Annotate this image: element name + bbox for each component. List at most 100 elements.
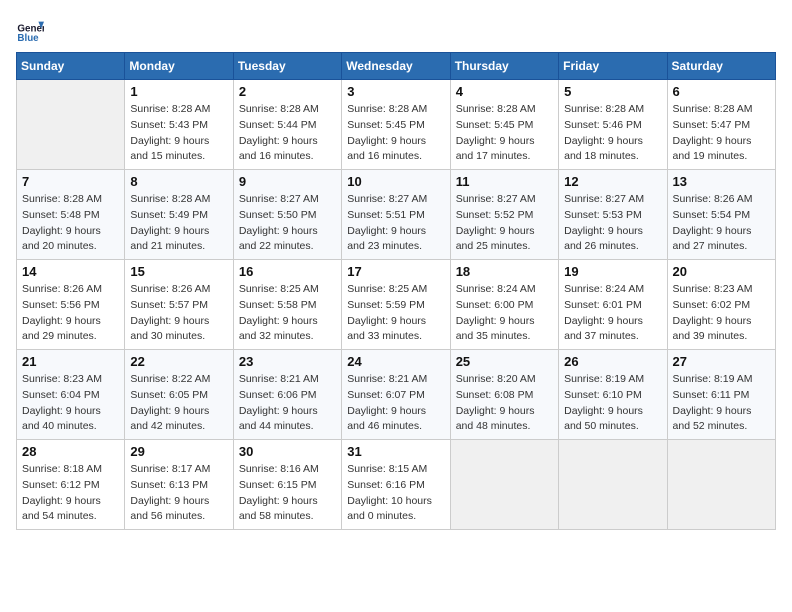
- day-number: 12: [564, 174, 661, 189]
- day-info: Sunrise: 8:19 AMSunset: 6:11 PMDaylight:…: [673, 372, 770, 435]
- day-number: 16: [239, 264, 336, 279]
- col-header-wednesday: Wednesday: [342, 53, 450, 80]
- day-info: Sunrise: 8:28 AMSunset: 5:44 PMDaylight:…: [239, 102, 336, 165]
- day-cell: 31 Sunrise: 8:15 AMSunset: 6:16 PMDayligh…: [342, 440, 450, 530]
- header: General Blue: [16, 16, 776, 44]
- day-cell: 14 Sunrise: 8:26 AMSunset: 5:56 PMDayligh…: [17, 260, 125, 350]
- week-row-1: 1 Sunrise: 8:28 AMSunset: 5:43 PMDaylight…: [17, 80, 776, 170]
- day-number: 8: [130, 174, 227, 189]
- day-number: 21: [22, 354, 119, 369]
- day-number: 6: [673, 84, 770, 99]
- day-number: 15: [130, 264, 227, 279]
- day-cell: 12Sunrise: 8:27 AMSunset: 5:53 PMDayligh…: [559, 170, 667, 260]
- day-cell: 2Sunrise: 8:28 AMSunset: 5:44 PMDaylight…: [233, 80, 341, 170]
- day-cell: 8 Sunrise: 8:28 AMSunset: 5:49 PMDaylight…: [125, 170, 233, 260]
- day-info: Sunrise: 8:25 AMSunset: 5:59 PMDaylight:…: [347, 282, 444, 345]
- day-cell: [450, 440, 558, 530]
- day-cell: 7 Sunrise: 8:28 AMSunset: 5:48 PMDaylight…: [17, 170, 125, 260]
- day-cell: 28 Sunrise: 8:18 AMSunset: 6:12 PMDayligh…: [17, 440, 125, 530]
- day-cell: 29Sunrise: 8:17 AMSunset: 6:13 PMDayligh…: [125, 440, 233, 530]
- day-number: 14: [22, 264, 119, 279]
- day-number: 3: [347, 84, 444, 99]
- week-row-2: 7 Sunrise: 8:28 AMSunset: 5:48 PMDaylight…: [17, 170, 776, 260]
- day-cell: 27Sunrise: 8:19 AMSunset: 6:11 PMDayligh…: [667, 350, 775, 440]
- day-cell: 23Sunrise: 8:21 AMSunset: 6:06 PMDayligh…: [233, 350, 341, 440]
- day-info: Sunrise: 8:21 AMSunset: 6:07 PMDaylight:…: [347, 372, 444, 435]
- day-cell: 19Sunrise: 8:24 AMSunset: 6:01 PMDayligh…: [559, 260, 667, 350]
- day-cell: 5 Sunrise: 8:28 AMSunset: 5:46 PMDaylight…: [559, 80, 667, 170]
- col-header-thursday: Thursday: [450, 53, 558, 80]
- day-number: 25: [456, 354, 553, 369]
- day-info: Sunrise: 8:28 AMSunset: 5:45 PMDaylight:…: [456, 102, 553, 165]
- day-info: Sunrise: 8:20 AMSunset: 6:08 PMDaylight:…: [456, 372, 553, 435]
- day-number: 22: [130, 354, 227, 369]
- day-number: 17: [347, 264, 444, 279]
- col-header-tuesday: Tuesday: [233, 53, 341, 80]
- day-cell: 16 Sunrise: 8:25 AMSunset: 5:58 PMDayligh…: [233, 260, 341, 350]
- day-cell: [667, 440, 775, 530]
- day-info: Sunrise: 8:26 AMSunset: 5:56 PMDaylight:…: [22, 282, 119, 345]
- day-number: 5: [564, 84, 661, 99]
- day-info: Sunrise: 8:27 AMSunset: 5:51 PMDaylight:…: [347, 192, 444, 255]
- day-number: 10: [347, 174, 444, 189]
- day-cell: 20 Sunrise: 8:23 AMSunset: 6:02 PMDayligh…: [667, 260, 775, 350]
- day-cell: 9 Sunrise: 8:27 AMSunset: 5:50 PMDaylight…: [233, 170, 341, 260]
- day-number: 26: [564, 354, 661, 369]
- day-info: Sunrise: 8:18 AMSunset: 6:12 PMDaylight:…: [22, 462, 119, 525]
- day-number: 23: [239, 354, 336, 369]
- day-info: Sunrise: 8:17 AMSunset: 6:13 PMDaylight:…: [130, 462, 227, 525]
- day-number: 9: [239, 174, 336, 189]
- day-info: Sunrise: 8:15 AMSunset: 6:16 PMDaylight:…: [347, 462, 444, 525]
- day-cell: 18 Sunrise: 8:24 AMSunset: 6:00 PMDayligh…: [450, 260, 558, 350]
- day-number: 13: [673, 174, 770, 189]
- day-cell: 25 Sunrise: 8:20 AMSunset: 6:08 PMDayligh…: [450, 350, 558, 440]
- col-header-sunday: Sunday: [17, 53, 125, 80]
- col-header-saturday: Saturday: [667, 53, 775, 80]
- header-row: SundayMondayTuesdayWednesdayThursdayFrid…: [17, 53, 776, 80]
- logo: General Blue: [16, 16, 48, 44]
- day-number: 1: [130, 84, 227, 99]
- day-cell: 1 Sunrise: 8:28 AMSunset: 5:43 PMDaylight…: [125, 80, 233, 170]
- day-info: Sunrise: 8:28 AMSunset: 5:49 PMDaylight:…: [130, 192, 227, 255]
- day-cell: 24 Sunrise: 8:21 AMSunset: 6:07 PMDayligh…: [342, 350, 450, 440]
- day-cell: [17, 80, 125, 170]
- week-row-5: 28 Sunrise: 8:18 AMSunset: 6:12 PMDayligh…: [17, 440, 776, 530]
- day-info: Sunrise: 8:24 AMSunset: 6:01 PMDaylight:…: [564, 282, 661, 345]
- day-number: 11: [456, 174, 553, 189]
- day-info: Sunrise: 8:28 AMSunset: 5:48 PMDaylight:…: [22, 192, 119, 255]
- day-info: Sunrise: 8:22 AMSunset: 6:05 PMDaylight:…: [130, 372, 227, 435]
- day-info: Sunrise: 8:28 AMSunset: 5:46 PMDaylight:…: [564, 102, 661, 165]
- logo-icon: General Blue: [16, 16, 44, 44]
- day-info: Sunrise: 8:24 AMSunset: 6:00 PMDaylight:…: [456, 282, 553, 345]
- day-number: 31: [347, 444, 444, 459]
- day-cell: 17 Sunrise: 8:25 AMSunset: 5:59 PMDayligh…: [342, 260, 450, 350]
- day-number: 18: [456, 264, 553, 279]
- day-cell: 6 Sunrise: 8:28 AMSunset: 5:47 PMDaylight…: [667, 80, 775, 170]
- day-cell: 30 Sunrise: 8:16 AMSunset: 6:15 PMDayligh…: [233, 440, 341, 530]
- day-info: Sunrise: 8:19 AMSunset: 6:10 PMDaylight:…: [564, 372, 661, 435]
- day-cell: 4 Sunrise: 8:28 AMSunset: 5:45 PMDaylight…: [450, 80, 558, 170]
- day-info: Sunrise: 8:23 AMSunset: 6:02 PMDaylight:…: [673, 282, 770, 345]
- day-cell: 11Sunrise: 8:27 AMSunset: 5:52 PMDayligh…: [450, 170, 558, 260]
- day-number: 28: [22, 444, 119, 459]
- day-cell: [559, 440, 667, 530]
- day-info: Sunrise: 8:28 AMSunset: 5:43 PMDaylight:…: [130, 102, 227, 165]
- day-cell: 10 Sunrise: 8:27 AMSunset: 5:51 PMDayligh…: [342, 170, 450, 260]
- day-number: 30: [239, 444, 336, 459]
- day-info: Sunrise: 8:16 AMSunset: 6:15 PMDaylight:…: [239, 462, 336, 525]
- day-info: Sunrise: 8:23 AMSunset: 6:04 PMDaylight:…: [22, 372, 119, 435]
- day-number: 24: [347, 354, 444, 369]
- day-number: 4: [456, 84, 553, 99]
- svg-text:Blue: Blue: [17, 33, 39, 44]
- day-info: Sunrise: 8:28 AMSunset: 5:45 PMDaylight:…: [347, 102, 444, 165]
- week-row-3: 14 Sunrise: 8:26 AMSunset: 5:56 PMDayligh…: [17, 260, 776, 350]
- day-number: 7: [22, 174, 119, 189]
- day-number: 20: [673, 264, 770, 279]
- day-info: Sunrise: 8:27 AMSunset: 5:50 PMDaylight:…: [239, 192, 336, 255]
- day-info: Sunrise: 8:28 AMSunset: 5:47 PMDaylight:…: [673, 102, 770, 165]
- day-cell: 15 Sunrise: 8:26 AMSunset: 5:57 PMDayligh…: [125, 260, 233, 350]
- day-cell: 22 Sunrise: 8:22 AMSunset: 6:05 PMDayligh…: [125, 350, 233, 440]
- day-info: Sunrise: 8:25 AMSunset: 5:58 PMDaylight:…: [239, 282, 336, 345]
- day-cell: 26 Sunrise: 8:19 AMSunset: 6:10 PMDayligh…: [559, 350, 667, 440]
- day-info: Sunrise: 8:26 AMSunset: 5:57 PMDaylight:…: [130, 282, 227, 345]
